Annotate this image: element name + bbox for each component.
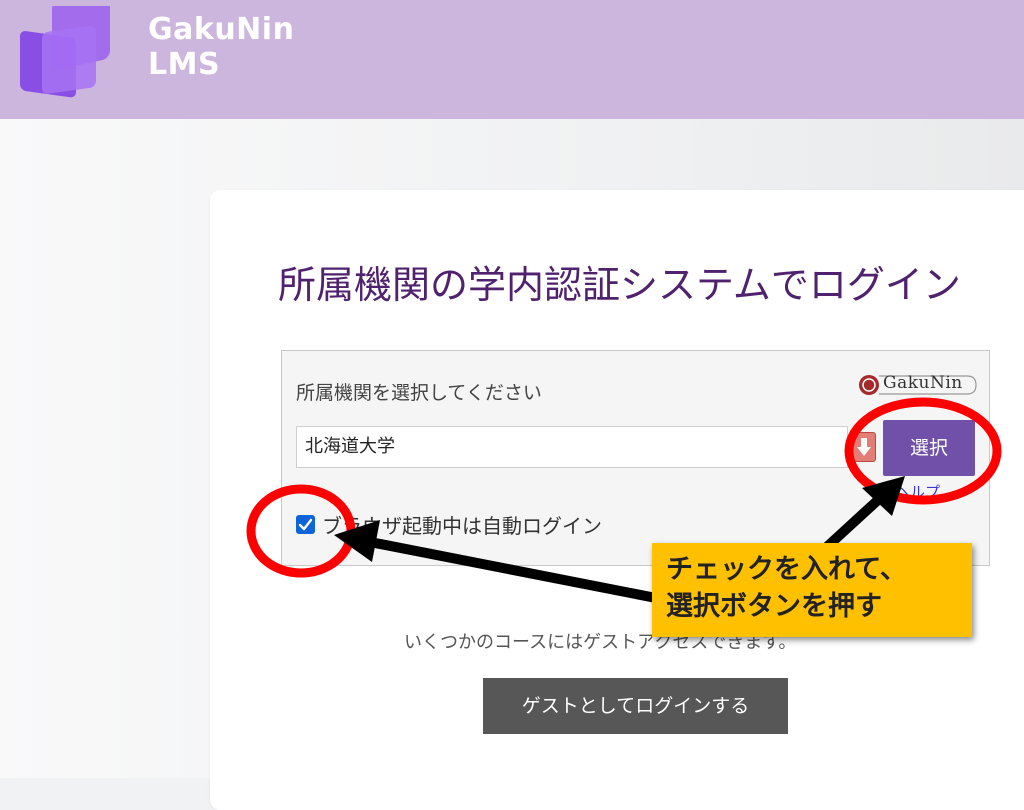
callout-line-1: チェックを入れて、 [666, 554, 907, 585]
checkmark-icon [298, 518, 313, 531]
instruction-callout: チェックを入れて、 選択ボタンを押す [652, 543, 972, 637]
callout-line-2: 選択ボタンを押す [666, 591, 882, 622]
brand-line-1: GakuNin [148, 12, 295, 47]
idp-search-input[interactable]: 北海道大学 [296, 426, 848, 468]
auto-login-label: ブラウザ起動中は自動ログイン [322, 514, 602, 538]
gakunin-lms-logo-icon[interactable] [18, 6, 126, 102]
guest-login-button[interactable]: ゲストとしてログインする [483, 678, 788, 734]
site-header: GakuNin LMS [0, 0, 1024, 119]
auto-login-checkbox[interactable] [296, 515, 315, 534]
idp-select-label: 所属機関を選択してください [296, 382, 542, 404]
select-button[interactable]: 選択 [883, 420, 975, 476]
gakunin-logo: GakuNin [855, 372, 979, 398]
brand-line-2: LMS [148, 47, 221, 82]
gakunin-logo-text: GakuNin [883, 373, 963, 393]
help-link[interactable]: ヘルプ [895, 481, 985, 503]
page-title: 所属機関の学内認証システムでログイン [278, 263, 961, 307]
arrow-down-icon [857, 438, 871, 456]
brand-name[interactable]: GakuNin LMS [148, 12, 294, 82]
idp-dropdown-button[interactable] [852, 432, 876, 462]
